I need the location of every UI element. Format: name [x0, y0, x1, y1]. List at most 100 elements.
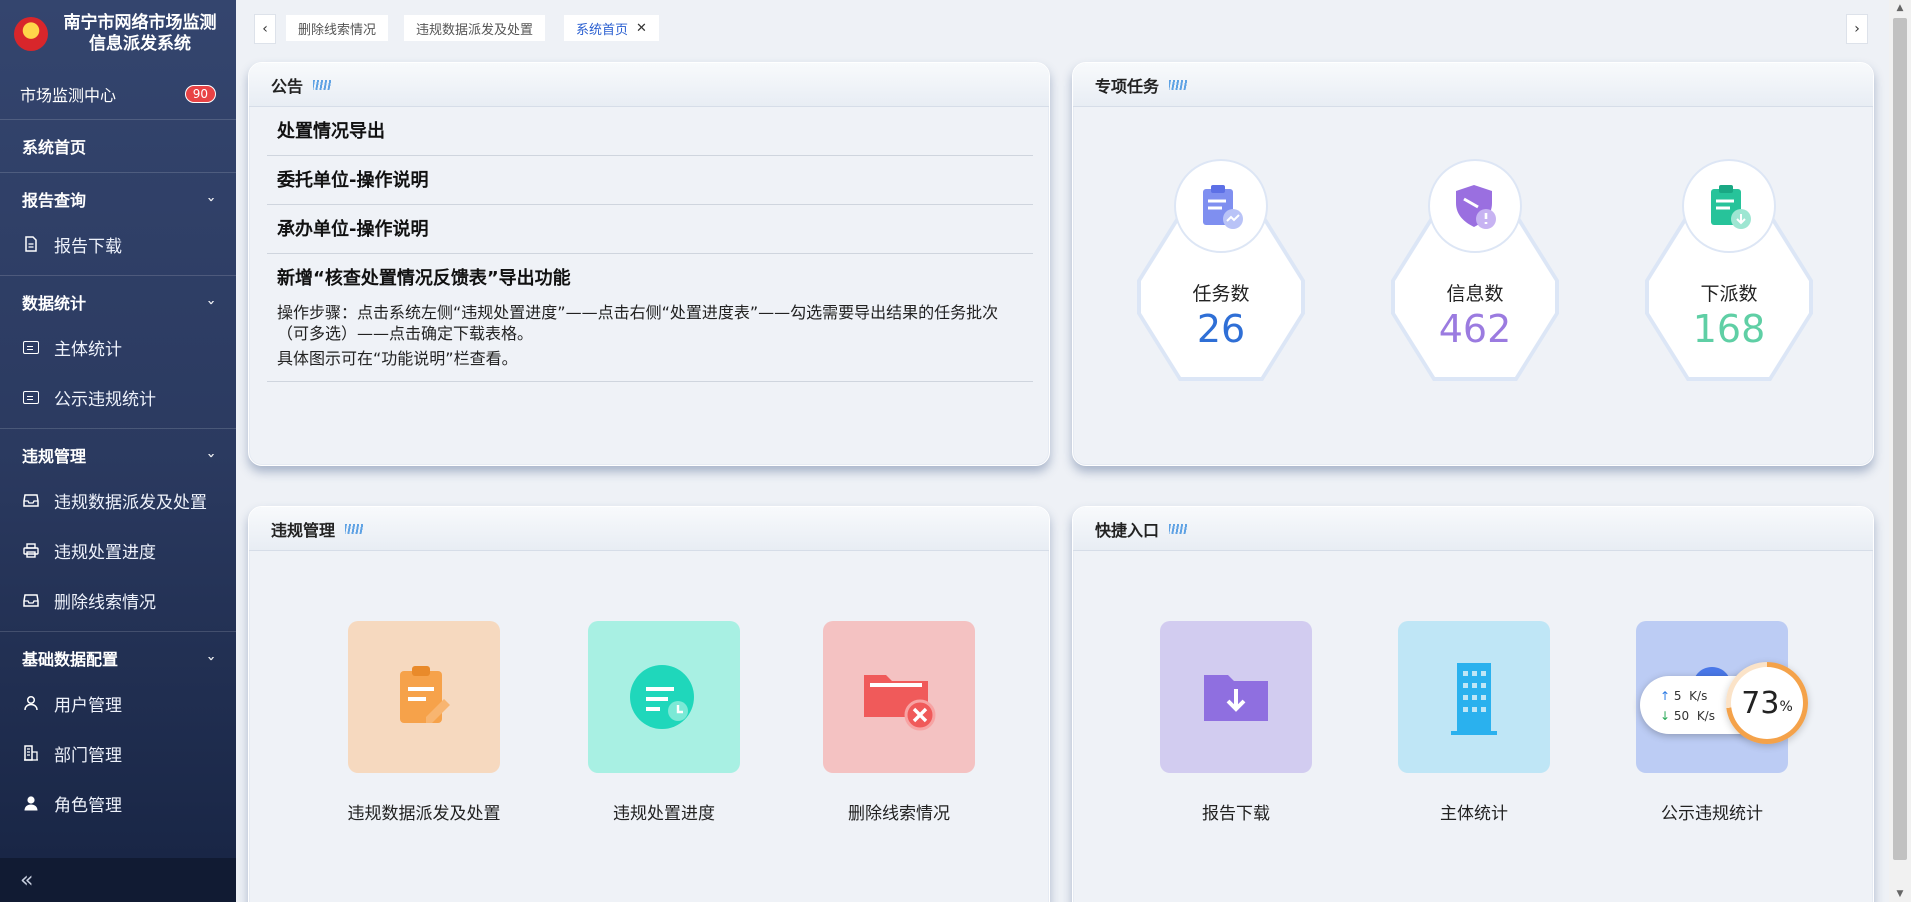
file-icon: [22, 236, 40, 252]
clipboard-chart-icon: [1174, 159, 1268, 253]
notice-title: 处置情况导出: [277, 121, 385, 142]
app-root: 南宁市网络市场监测 信息派发系统 市场监测中心 90 系统首页 报告查询 ‹ 报…: [0, 0, 1911, 902]
usage-percent-sign: %: [1779, 699, 1793, 715]
stat-task-count: 任务数 26: [1137, 159, 1305, 389]
tile-label: 删除线索情况: [848, 804, 950, 824]
tab-home[interactable]: 系统首页 ✕: [564, 15, 659, 41]
notice-item[interactable]: 承办单位-操作说明: [267, 205, 1033, 254]
app-title: 南宁市网络市场监测 信息派发系统: [54, 13, 226, 55]
notice-panel: 公告 处置情况导出 委托单位-操作说明 承办单位-操作说明 新增“核查处置情况反…: [248, 62, 1050, 466]
sidebar-item-delete-clues[interactable]: 删除线索情况: [0, 575, 236, 625]
scroll-up-arrow-icon[interactable]: ▲: [1889, 0, 1911, 16]
notice-body: 操作步骤：点击系统左侧“违规处置进度”——点击右侧“处置进度表”——勾选需要导出…: [277, 302, 1023, 369]
panel-title: 快捷入口: [1095, 520, 1160, 540]
chevron-up-icon: ‹: [203, 299, 219, 305]
chevron-right-icon: ›: [1854, 21, 1860, 37]
tile-violation-dispatch[interactable]: 违规数据派发及处置: [329, 621, 519, 824]
tabs-scroll-right-button[interactable]: ›: [1846, 14, 1868, 44]
tile-delete-clues[interactable]: 删除线索情况: [804, 621, 994, 824]
stat-info-count: 信息数 462: [1391, 159, 1559, 389]
network-speed-widget[interactable]: ↑ 5 K/s ↓ 50 K/s 73%: [1640, 662, 1818, 744]
menu-home[interactable]: 系统首页: [0, 126, 236, 166]
violations-panel-header: 违规管理: [249, 507, 1049, 551]
sidebar-item-label: 公示违规统计: [54, 389, 156, 410]
shortcuts-panel-header: 快捷入口: [1073, 507, 1873, 551]
tab-label: 删除线索情况: [298, 22, 377, 38]
notice-item[interactable]: 新增“核查处置情况反馈表”导出功能 操作步骤：点击系统左侧“违规处置进度”——点…: [267, 254, 1033, 382]
menu-head-label: 基础数据配置: [22, 650, 119, 669]
national-emblem-icon: [14, 17, 48, 51]
menu-head-label: 报告查询: [22, 191, 87, 210]
stat-value: 168: [1692, 307, 1766, 351]
scroll-down-arrow-icon[interactable]: ▼: [1889, 886, 1911, 902]
close-icon[interactable]: ✕: [636, 21, 647, 36]
shortcut-subject-stats[interactable]: 主体统计: [1379, 621, 1569, 824]
tab-label: 违规数据派发及处置: [416, 22, 534, 38]
upload-unit: K/s: [1689, 689, 1708, 703]
menu-head-violation[interactable]: 违规管理 ‹: [0, 435, 236, 475]
building-icon: [1398, 621, 1550, 773]
sidebar-item-dept-management[interactable]: 部门管理: [0, 728, 236, 778]
monitor-center-row[interactable]: 市场监测中心 90: [0, 68, 236, 120]
tab-delete-clues[interactable]: 删除线索情况: [286, 15, 389, 41]
menu-section-report: 报告查询 ‹ 报告下载: [0, 173, 236, 276]
inbox-icon: [22, 492, 40, 508]
upload-value: 5: [1673, 689, 1682, 703]
sidebar-item-label: 部门管理: [54, 745, 122, 766]
shortcut-report-download[interactable]: 报告下载: [1141, 621, 1331, 824]
menu-section-config: 基础数据配置 ‹ 用户管理 部门管理 角色管理: [0, 632, 236, 834]
vertical-scrollbar[interactable]: ▲ ▼: [1889, 0, 1911, 902]
sidebar-item-subject-stats[interactable]: 主体统计: [0, 322, 236, 372]
sidebar-item-role-management[interactable]: 角色管理: [0, 778, 236, 828]
notice-item[interactable]: 委托单位-操作说明: [267, 156, 1033, 205]
tasks-panel-header: 专项任务: [1073, 63, 1873, 107]
menu-head-config[interactable]: 基础数据配置 ‹: [0, 638, 236, 678]
tab-violation-dispatch[interactable]: 违规数据派发及处置: [404, 15, 546, 41]
menu-head-stats[interactable]: 数据统计 ‹: [0, 282, 236, 322]
sidebar-item-user-management[interactable]: 用户管理: [0, 678, 236, 728]
notification-badge: 90: [184, 84, 216, 103]
usage-ring: 73%: [1726, 662, 1808, 744]
sidebar-collapse-button[interactable]: «: [0, 858, 236, 902]
arrow-down-icon: ↓: [1660, 709, 1671, 723]
brand: 南宁市网络市场监测 信息派发系统: [0, 0, 236, 68]
arrow-up-icon: ↑: [1660, 689, 1671, 703]
sidebar-item-public-violation-stats[interactable]: 公示违规统计: [0, 372, 236, 422]
usage-percent: 73%: [1731, 667, 1803, 739]
notice-title: 委托单位-操作说明: [277, 170, 429, 191]
sidebar-item-label: 删除线索情况: [54, 592, 156, 613]
sidebar-item-label: 用户管理: [54, 695, 122, 716]
sidebar: 南宁市网络市场监测 信息派发系统 市场监测中心 90 系统首页 报告查询 ‹ 报…: [0, 0, 236, 902]
notice-item[interactable]: 处置情况导出: [267, 107, 1033, 156]
building-icon: [22, 745, 40, 761]
monitor-center-label: 市场监测中心: [20, 85, 117, 105]
card-icon: [22, 339, 40, 355]
download-value: 50: [1673, 709, 1690, 723]
stat-label: 任务数: [1192, 283, 1250, 305]
usage-percent-value: 73: [1741, 685, 1780, 721]
sidebar-item-violation-progress[interactable]: 违规处置进度: [0, 525, 236, 575]
stripes-decoration-icon: [1169, 523, 1188, 534]
chevron-left-icon: ‹: [262, 21, 268, 37]
sidebar-item-violation-dispatch[interactable]: 违规数据派发及处置: [0, 475, 236, 525]
clipboard-edit-icon: [348, 621, 500, 773]
stat-value: 462: [1438, 307, 1512, 351]
menu-head-report[interactable]: 报告查询 ‹: [0, 179, 236, 219]
menu-home-label: 系统首页: [22, 138, 87, 157]
double-chevron-left-icon: «: [20, 867, 34, 893]
stat-label: 信息数: [1446, 283, 1504, 305]
chevron-up-icon: ‹: [203, 655, 219, 661]
sidebar-item-label: 违规数据派发及处置: [54, 492, 207, 513]
panel-title: 违规管理: [271, 520, 336, 540]
stripes-decoration-icon: [313, 79, 332, 90]
chevron-up-icon: ‹: [203, 452, 219, 458]
sidebar-item-report-download[interactable]: 报告下载: [0, 219, 236, 269]
tile-label: 违规处置进度: [613, 804, 715, 824]
tabs-scroll-left-button[interactable]: ‹: [254, 14, 276, 44]
menu-home-section: 系统首页: [0, 120, 236, 173]
progress-clock-icon: [588, 621, 740, 773]
menu-head-label: 违规管理: [22, 447, 87, 466]
inbox-icon: [22, 592, 40, 608]
tile-violation-progress[interactable]: 违规处置进度: [569, 621, 759, 824]
scrollbar-thumb[interactable]: [1893, 18, 1907, 860]
